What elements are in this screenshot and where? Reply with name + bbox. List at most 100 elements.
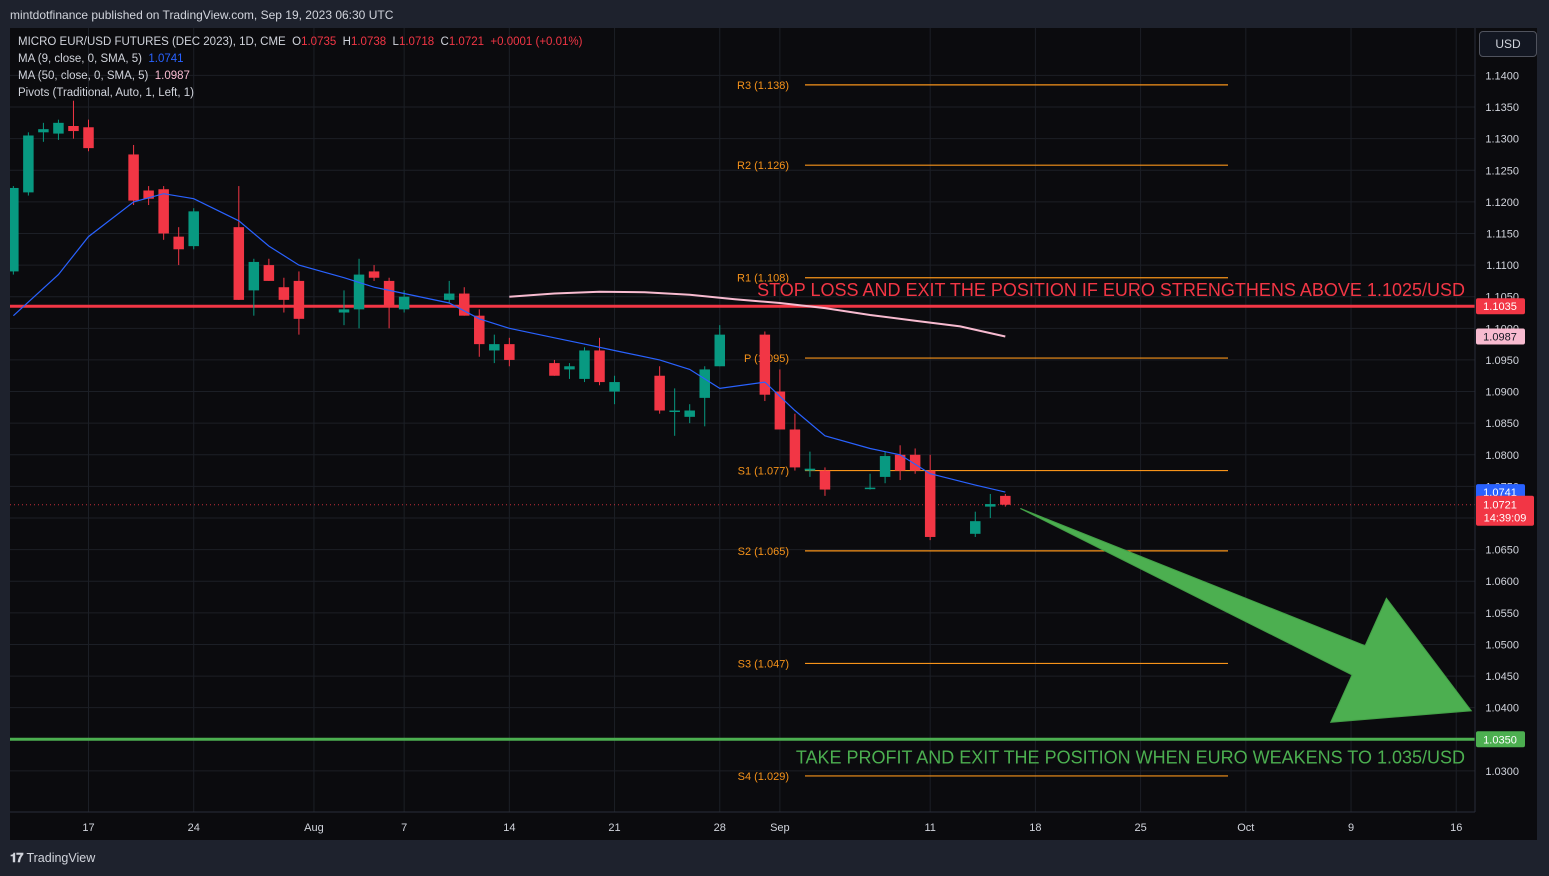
price-tick: 1.0800 <box>1485 450 1519 462</box>
time-tick: 7 <box>401 822 407 834</box>
time-tick: Aug <box>304 822 324 834</box>
candle-body <box>353 274 365 310</box>
pivot-label: S2 (1.065) <box>738 546 789 558</box>
price-tick: 1.1100 <box>1486 260 1519 272</box>
candle <box>789 413 801 471</box>
price-axis: 1.1400 1.1350 1.1300 1.1250 1.1200 1.1150 1.11… <box>1474 28 1534 812</box>
candle <box>293 271 305 335</box>
candle-body <box>669 410 680 413</box>
price-chart[interactable]: R3 (1.138)R2 (1.126)R1 (1.108)P (1.095)S… <box>0 0 1549 876</box>
candle <box>759 331 771 402</box>
candle-body <box>383 280 395 307</box>
time-tick: Oct <box>1237 822 1254 834</box>
currency-button[interactable]: USD <box>1479 31 1537 57</box>
candle-body <box>594 350 605 383</box>
candle-body <box>53 122 64 134</box>
candle-body <box>654 375 665 411</box>
candle-body <box>278 287 290 300</box>
candle-body <box>684 410 695 417</box>
candle-body <box>68 126 79 132</box>
candle <box>368 265 380 281</box>
candle <box>23 132 34 196</box>
pivot-label: S4 (1.029) <box>738 771 789 783</box>
legend-ma9-label: MA (9, close, 0, SMA, 5) <box>18 53 142 65</box>
candle <box>924 454 936 541</box>
time-tick: 21 <box>608 822 620 834</box>
pivot-label: S3 (1.047) <box>738 658 789 670</box>
price-tick: 1.0850 <box>1485 418 1519 430</box>
candle <box>909 448 921 474</box>
time-tick: 17 <box>82 822 94 834</box>
legend-ma50-value: 1.0987 <box>154 70 190 82</box>
legend-low: 1.0718 <box>398 36 435 48</box>
trade-levels <box>10 304 1475 741</box>
candle-body <box>504 344 515 360</box>
candle <box>819 467 831 496</box>
legend-ma9-value: 1.0741 <box>148 53 184 65</box>
candle-body <box>83 127 94 149</box>
chart-legend: MICRO EUR/USD FUTURES (DEC 2023), 1D, CM… <box>18 34 583 102</box>
candle <box>68 100 79 139</box>
ma50-price-label-text: 1.0987 <box>1483 332 1517 344</box>
stop-loss-note: STOP LOSS AND EXIT THE POSITION IF EURO … <box>757 280 1465 300</box>
legend-o-label: O <box>292 36 302 48</box>
legend-ma50-row[interactable]: MA (50, close, 0, SMA, 5) 1.0987 <box>18 68 583 85</box>
candle <box>579 347 590 383</box>
price-tick: 1.0300 <box>1485 766 1519 778</box>
candle-body <box>774 391 786 430</box>
candle-body <box>233 227 245 300</box>
candle-body <box>879 456 891 477</box>
legend-pivots-row[interactable]: Pivots (Traditional, Auto, 1, Left, 1) <box>18 85 583 102</box>
pivot-label: R3 (1.138) <box>737 80 789 92</box>
candle <box>985 493 996 518</box>
candle <box>970 511 981 537</box>
price-tick: 1.1350 <box>1485 102 1519 114</box>
price-tick: 1.0450 <box>1485 671 1519 683</box>
price-tick: 1.0500 <box>1485 639 1519 651</box>
time-tick: 16 <box>1450 822 1462 834</box>
candle-body <box>924 470 936 537</box>
last-price-text: 1.0721 <box>1483 500 1517 512</box>
candle <box>10 186 19 275</box>
legend-pivots-label: Pivots (Traditional, Auto, 1, Left, 1) <box>18 87 194 99</box>
candle <box>188 208 199 250</box>
time-tick: Sep <box>770 822 790 834</box>
candle <box>338 290 350 326</box>
candle <box>443 280 455 304</box>
candle <box>549 359 560 376</box>
legend-ma50-label: MA (50, close, 0, SMA, 5) <box>18 70 149 82</box>
legend-symbol: MICRO EUR/USD FUTURES (DEC 2023), 1D, CM… <box>18 36 286 48</box>
countdown-text: 14:39:09 <box>1484 513 1527 525</box>
legend-open: 1.0735 <box>301 36 337 48</box>
stop-loss-price-label-text: 1.1035 <box>1483 301 1517 313</box>
candle-body <box>564 366 575 370</box>
candle <box>654 366 665 414</box>
time-tick: 18 <box>1029 822 1041 834</box>
candle-body <box>970 521 981 534</box>
candle <box>504 337 515 367</box>
candle <box>699 366 710 427</box>
candle-body <box>248 261 260 291</box>
candle-body <box>293 280 305 319</box>
candle-body <box>188 211 199 247</box>
candle <box>83 119 94 152</box>
candle <box>53 119 64 140</box>
candle <box>128 144 139 206</box>
price-tick: 1.0650 <box>1485 545 1519 557</box>
candle-body <box>985 504 996 507</box>
price-tick: 1.0550 <box>1485 608 1519 620</box>
candle <box>864 473 876 490</box>
candle-body <box>338 309 350 313</box>
candle <box>594 337 605 386</box>
candle <box>684 404 695 424</box>
candle-body <box>909 454 921 471</box>
legend-change: +0.0001 (+0.01%) <box>490 36 583 48</box>
candle <box>383 277 395 329</box>
legend-ma9-row[interactable]: MA (9, close, 0, SMA, 5) 1.0741 <box>18 51 583 68</box>
candle-body <box>1000 495 1011 505</box>
candle <box>233 186 245 300</box>
candle-body <box>714 334 726 367</box>
candle <box>353 258 365 329</box>
price-tick: 1.1250 <box>1485 165 1519 177</box>
pivot-label: R2 (1.126) <box>737 160 789 172</box>
